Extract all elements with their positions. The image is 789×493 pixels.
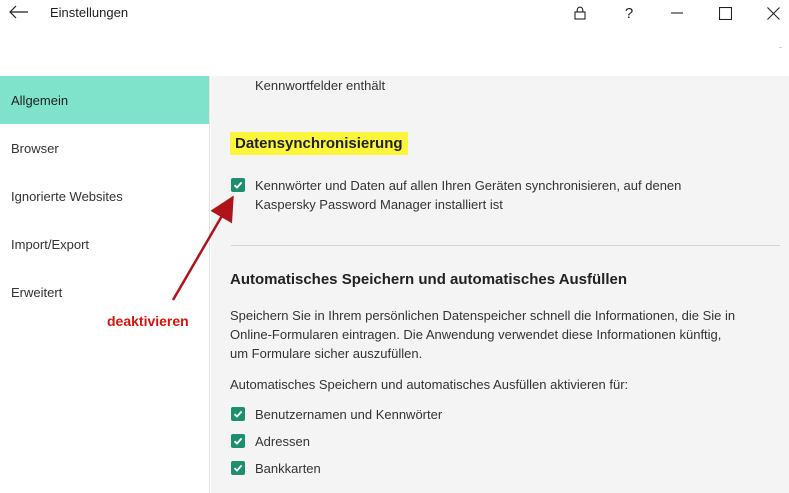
option-label-addresses: Adressen (255, 434, 310, 449)
section-divider (231, 245, 780, 246)
autofill-description-line2: Online-Formularen eintragen. Die Anwendu… (230, 327, 722, 342)
sync-checkbox-label-line2: Kaspersky Password Manager installiert i… (255, 197, 503, 212)
option-label-usernames-passwords: Benutzernamen und Kennwörter (255, 407, 443, 422)
resize-mark (779, 47, 782, 48)
close-icon (766, 6, 780, 20)
sidebar-item-label: Erweitert (11, 284, 63, 300)
checkbox-addresses[interactable] (231, 434, 245, 448)
sync-checkbox[interactable] (231, 178, 245, 192)
sidebar-item-erweitert[interactable]: Erweitert (0, 268, 209, 316)
checkbox-usernames-passwords[interactable] (231, 407, 245, 421)
back-arrow-icon[interactable] (8, 3, 30, 21)
option-label-bank-cards: Bankkarten (255, 461, 321, 476)
lock-icon[interactable] (568, 2, 592, 24)
sidebar-item-label: Browser (11, 140, 59, 156)
autofill-description-line3: um Formulare sicher auszufüllen. (230, 346, 423, 361)
title-bar: Einstellungen ? (0, 0, 789, 26)
help-button[interactable]: ? (617, 2, 641, 24)
help-icon: ? (624, 4, 634, 22)
sync-section-heading: Datensynchronisierung (230, 132, 408, 155)
sidebar-item-label: Import/Export (11, 236, 90, 252)
settings-content: Kennwortfelder enthält Datensynchronisie… (211, 76, 789, 493)
checkmark-icon (233, 181, 243, 189)
checkmark-icon (233, 464, 243, 472)
maximize-icon (718, 6, 732, 20)
minimize-button[interactable] (665, 2, 689, 24)
sidebar-item-browser[interactable]: Browser (0, 124, 209, 172)
sidebar-item-label: Allgemein (11, 92, 69, 108)
minimize-icon (671, 12, 683, 14)
sidebar: Allgemein Browser Ignorierte Websites Im… (0, 76, 210, 493)
window-title: Einstellungen (50, 5, 129, 20)
autofill-section-heading: Automatisches Speichern und automatische… (230, 271, 628, 288)
highlight-marker: Datensynchronisierung (230, 132, 408, 155)
sidebar-item-allgemein[interactable]: Allgemein (0, 76, 209, 124)
autofill-enable-label: Automatisches Speichern und automatische… (230, 377, 629, 392)
maximize-button[interactable] (713, 2, 737, 24)
sync-checkbox-label-line1: Kennwörter und Daten auf allen Ihren Ger… (255, 178, 682, 193)
close-button[interactable] (761, 2, 785, 24)
sidebar-item-import-export[interactable]: Import/Export (0, 220, 209, 268)
truncated-option-text: Kennwortfelder enthält (255, 78, 386, 93)
checkmark-icon (233, 437, 243, 445)
sidebar-item-label: Ignorierte Websites (11, 188, 123, 204)
checkbox-bank-cards[interactable] (231, 461, 245, 475)
checkmark-icon (233, 410, 243, 418)
sidebar-item-ignorierte-websites[interactable]: Ignorierte Websites (0, 172, 209, 220)
annotation-label: deaktivieren (107, 313, 189, 329)
autofill-description-line1: Speichern Sie in Ihrem persönlichen Date… (230, 308, 736, 323)
